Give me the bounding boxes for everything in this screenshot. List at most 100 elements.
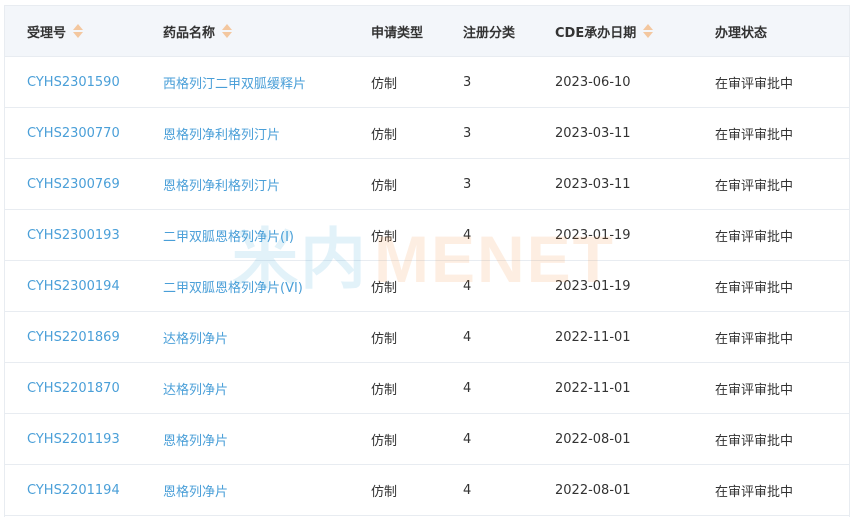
cde-date-cell: 2023-03-11 [555, 108, 631, 158]
status-cell: 在审评审批中 [715, 159, 793, 209]
drug-name-link[interactable]: 西格列汀二甲双胍缓释片 [163, 73, 306, 92]
apply-type-cell: 仿制 [371, 127, 398, 143]
cde-date-cell: 2022-11-01 [555, 380, 631, 396]
header-cde-date[interactable]: CDE承办日期 [555, 6, 654, 56]
drug-name-link[interactable]: 二甲双胍恩格列净片(Ⅰ) [163, 226, 294, 245]
cde-date-cell: 2023-01-19 [555, 278, 631, 294]
reg-class-cell: 4 [463, 465, 471, 515]
status-cell: 在审评审批中 [715, 414, 793, 464]
accept-no-cell: CYHS2201869 [27, 312, 120, 362]
reg-class-cell: 3 [463, 176, 472, 192]
table-row: CYHS2301590 西格列汀二甲双胍缓释片 仿制 3 2023-06-10 在审评审批… [5, 57, 849, 108]
cde-date-cell: 2022-08-01 [555, 414, 631, 464]
apply-type-cell: 仿制 [371, 261, 397, 311]
header-drug-name[interactable]: 药品名称 [163, 6, 233, 56]
accept-no-link[interactable]: CYHS2301590 [27, 75, 120, 90]
drug-name-cell: 西格列汀二甲双胍缓释片 [163, 57, 306, 107]
cde-date-cell: 2023-01-19 [555, 210, 631, 260]
drug-name-link[interactable]: 二甲双胍恩格列净片(VI) [163, 277, 303, 296]
cde-date-cell: 2023-03-11 [555, 125, 631, 141]
header-status: 办理状态 [715, 6, 767, 56]
status-cell: 在审评审批中 [715, 382, 794, 398]
drug-name-link[interactable]: 达格列净片 [163, 328, 228, 347]
cde-date-cell: 2023-06-10 [555, 74, 631, 90]
cde-date-cell: 2022-08-01 [555, 465, 631, 515]
apply-type-cell: 仿制 [371, 414, 397, 464]
apply-type-cell: 仿制 [371, 178, 398, 194]
accept-no-link[interactable]: CYHS2300193 [27, 228, 120, 243]
sort-icon[interactable] [222, 24, 233, 38]
drug-name-link[interactable]: 恩格列净利格列汀片 [163, 175, 280, 194]
header-accept-no[interactable]: 受理号 [27, 6, 84, 56]
header-reg-class-label: 注册分类 [463, 25, 516, 41]
cde-date-cell: 2023-03-11 [555, 159, 631, 209]
status-cell: 在审评审批中 [715, 210, 793, 260]
cde-date-cell: 2022-08-01 [555, 482, 631, 498]
status-cell: 在审评审批中 [715, 127, 794, 143]
accept-no-link[interactable]: CYHS2300770 [27, 126, 120, 141]
status-cell: 在审评审批中 [715, 178, 794, 194]
sort-icon[interactable] [73, 24, 84, 38]
table-row: CYHS2300770 恩格列净利格列汀片 仿制 3 2023-03-11 在审评审批中 [5, 108, 849, 159]
reg-class-cell: 3 [463, 108, 471, 158]
reg-class-cell: 4 [463, 363, 471, 413]
status-cell: 在审评审批中 [715, 363, 793, 413]
accept-no-link[interactable]: CYHS2300769 [27, 177, 120, 192]
cde-date-cell: 2022-11-01 [555, 329, 631, 345]
table-row: CYHS2201193 恩格列净片 仿制 4 2022-08-01 在审评审批中 [5, 414, 849, 465]
status-cell: 在审评审批中 [715, 57, 793, 107]
status-cell: 在审评审批中 [715, 108, 793, 158]
table-header: 受理号 药品名称 申请类型 注册分类 CDE承办日期 办理状态 [5, 6, 849, 57]
header-apply-type-label: 申请类型 [371, 25, 424, 41]
drug-name-link[interactable]: 恩格列净利格列汀片 [163, 124, 280, 143]
apply-type-cell: 仿制 [371, 433, 398, 449]
reg-class-cell: 3 [463, 159, 471, 209]
apply-type-cell: 仿制 [371, 312, 397, 362]
accept-no-cell: CYHS2300769 [27, 159, 120, 209]
header-reg-class: 注册分类 [463, 6, 515, 56]
sort-icon[interactable] [643, 24, 654, 38]
drug-name-cell: 达格列净片 [163, 312, 228, 362]
status-cell: 在审评审批中 [715, 280, 794, 296]
status-cell: 在审评审批中 [715, 76, 794, 92]
table-row: CYHS2201194 恩格列净片 仿制 4 2022-08-01 在审评审批中 [5, 465, 849, 516]
reg-class-cell: 4 [463, 210, 471, 260]
cde-date-cell: 2022-11-01 [555, 312, 631, 362]
apply-type-cell: 仿制 [371, 382, 398, 398]
accept-no-cell: CYHS2201194 [27, 465, 120, 515]
header-accept-no-label: 受理号 [27, 25, 67, 41]
reg-class-cell: 4 [463, 482, 472, 498]
cde-date-cell: 2023-01-19 [555, 261, 631, 311]
accept-no-cell: CYHS2201870 [27, 363, 120, 413]
drug-name-cell: 恩格列净利格列汀片 [163, 159, 280, 209]
table-row: CYHS2300194 二甲双胍恩格列净片(VI) 仿制 4 2023-01-19 在审评… [5, 261, 849, 312]
header-status-label: 办理状态 [715, 25, 768, 41]
accept-no-link[interactable]: CYHS2300194 [27, 279, 120, 294]
accept-no-link[interactable]: CYHS2201194 [27, 483, 120, 498]
cde-date-cell: 2022-08-01 [555, 431, 631, 447]
reg-class-cell: 4 [463, 329, 472, 345]
status-cell: 在审评审批中 [715, 261, 793, 311]
drug-name-cell: 二甲双胍恩格列净片(Ⅰ) [163, 210, 294, 260]
drug-name-cell: 恩格列净片 [163, 414, 228, 464]
accept-no-cell: CYHS2300770 [27, 108, 120, 158]
header-cde-date-label: CDE承办日期 [555, 25, 637, 41]
drug-name-cell: 恩格列净利格列汀片 [163, 108, 280, 158]
apply-type-cell: 仿制 [371, 76, 398, 92]
reg-class-cell: 4 [463, 261, 471, 311]
reg-class-cell: 3 [463, 125, 472, 141]
drug-name-link[interactable]: 恩格列净片 [163, 481, 228, 500]
accept-no-link[interactable]: CYHS2201869 [27, 330, 120, 345]
status-cell: 在审评审批中 [715, 331, 794, 347]
drug-name-cell: 达格列净片 [163, 363, 228, 413]
drug-name-link[interactable]: 达格列净片 [163, 379, 228, 398]
cde-date-cell: 2023-01-19 [555, 227, 631, 243]
accept-no-link[interactable]: CYHS2201193 [27, 432, 120, 447]
drug-name-cell: 恩格列净片 [163, 465, 228, 515]
accept-no-link[interactable]: CYHS2201870 [27, 381, 120, 396]
drug-name-cell: 二甲双胍恩格列净片(VI) [163, 261, 303, 311]
status-cell: 在审评审批中 [715, 312, 793, 362]
cde-date-cell: 2023-03-11 [555, 176, 631, 192]
drug-name-link[interactable]: 恩格列净片 [163, 430, 228, 449]
apply-type-cell: 仿制 [371, 210, 397, 260]
